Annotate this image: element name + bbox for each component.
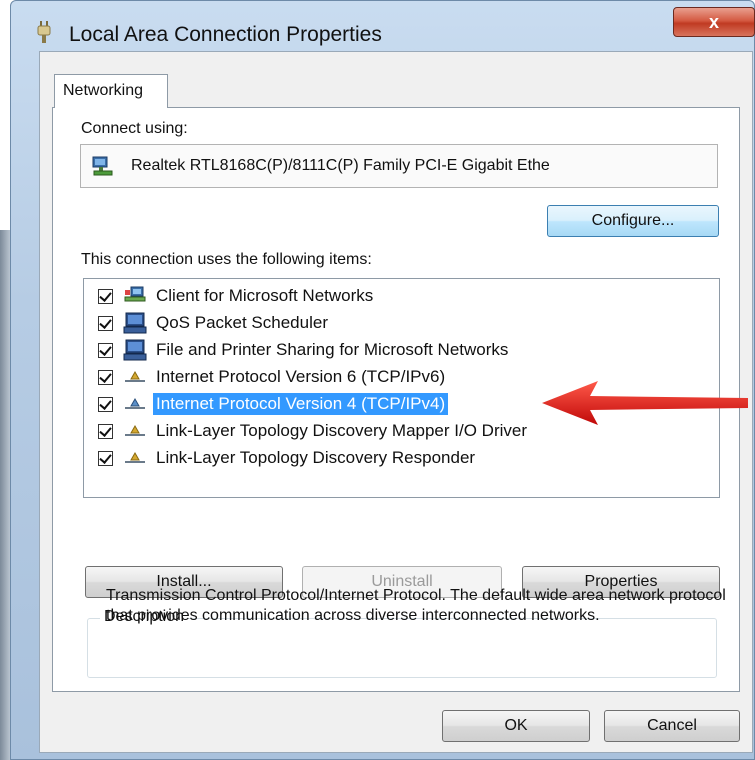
network-client-icon: [124, 286, 146, 302]
protocol-icon: [125, 424, 145, 436]
item-checkbox[interactable]: [98, 288, 113, 304]
protocol-icon: [125, 397, 145, 409]
list-item[interactable]: QoS Packet Scheduler: [98, 310, 331, 336]
adapter-field[interactable]: Realtek RTL8168C(P)/8111C(P) Family PCI-…: [80, 144, 718, 188]
description-group: Description: [87, 608, 717, 678]
list-item[interactable]: Link-Layer Topology Discovery Responder: [98, 445, 478, 471]
tab-networking[interactable]: Networking: [54, 74, 168, 108]
item-checkbox[interactable]: [98, 450, 113, 466]
item-label: Link-Layer Topology Discovery Mapper I/O…: [156, 421, 527, 440]
cancel-button[interactable]: Cancel: [604, 710, 740, 742]
item-checkbox[interactable]: [98, 423, 113, 439]
list-item[interactable]: Link-Layer Topology Discovery Mapper I/O…: [98, 418, 530, 444]
item-checkbox[interactable]: [98, 396, 113, 412]
computer-service-icon: [123, 312, 147, 334]
ok-button[interactable]: OK: [442, 710, 590, 742]
network-adapter-icon: [92, 156, 113, 176]
connect-using-label: Connect using:: [81, 120, 188, 137]
list-item[interactable]: Internet Protocol Version 6 (TCP/IPv6): [98, 364, 448, 390]
list-item[interactable]: File and Printer Sharing for Microsoft N…: [98, 337, 511, 363]
list-item-selected[interactable]: Internet Protocol Version 4 (TCP/IPv4): [98, 391, 449, 417]
computer-service-icon: [123, 339, 147, 361]
item-label: File and Printer Sharing for Microsoft N…: [156, 340, 509, 359]
item-label: Link-Layer Topology Discovery Responder: [156, 448, 476, 467]
item-checkbox[interactable]: [98, 315, 113, 331]
window-title: Local Area Connection Properties: [69, 23, 382, 46]
item-checkbox[interactable]: [98, 369, 113, 385]
background-window-edge: [0, 230, 10, 760]
item-label: Internet Protocol Version 4 (TCP/IPv4): [153, 393, 449, 415]
protocol-icon: [125, 451, 145, 463]
item-checkbox[interactable]: [98, 342, 113, 358]
network-plug-icon: [37, 21, 51, 43]
item-label: Internet Protocol Version 6 (TCP/IPv6): [156, 367, 446, 386]
description-text: Transmission Control Protocol/Internet P…: [106, 587, 726, 624]
protocol-icon: [125, 370, 145, 382]
configure-button[interactable]: Configure...: [547, 205, 719, 237]
items-label: This connection uses the following items…: [81, 251, 372, 268]
item-label: QoS Packet Scheduler: [156, 313, 328, 332]
close-icon: x: [708, 11, 719, 32]
red-arrow-annotation: [542, 381, 748, 425]
item-label: Client for Microsoft Networks: [156, 286, 374, 305]
list-item[interactable]: Client for Microsoft Networks: [98, 283, 376, 309]
adapter-name: Realtek RTL8168C(P)/8111C(P) Family PCI-…: [131, 157, 550, 174]
close-button[interactable]: x: [673, 7, 755, 37]
